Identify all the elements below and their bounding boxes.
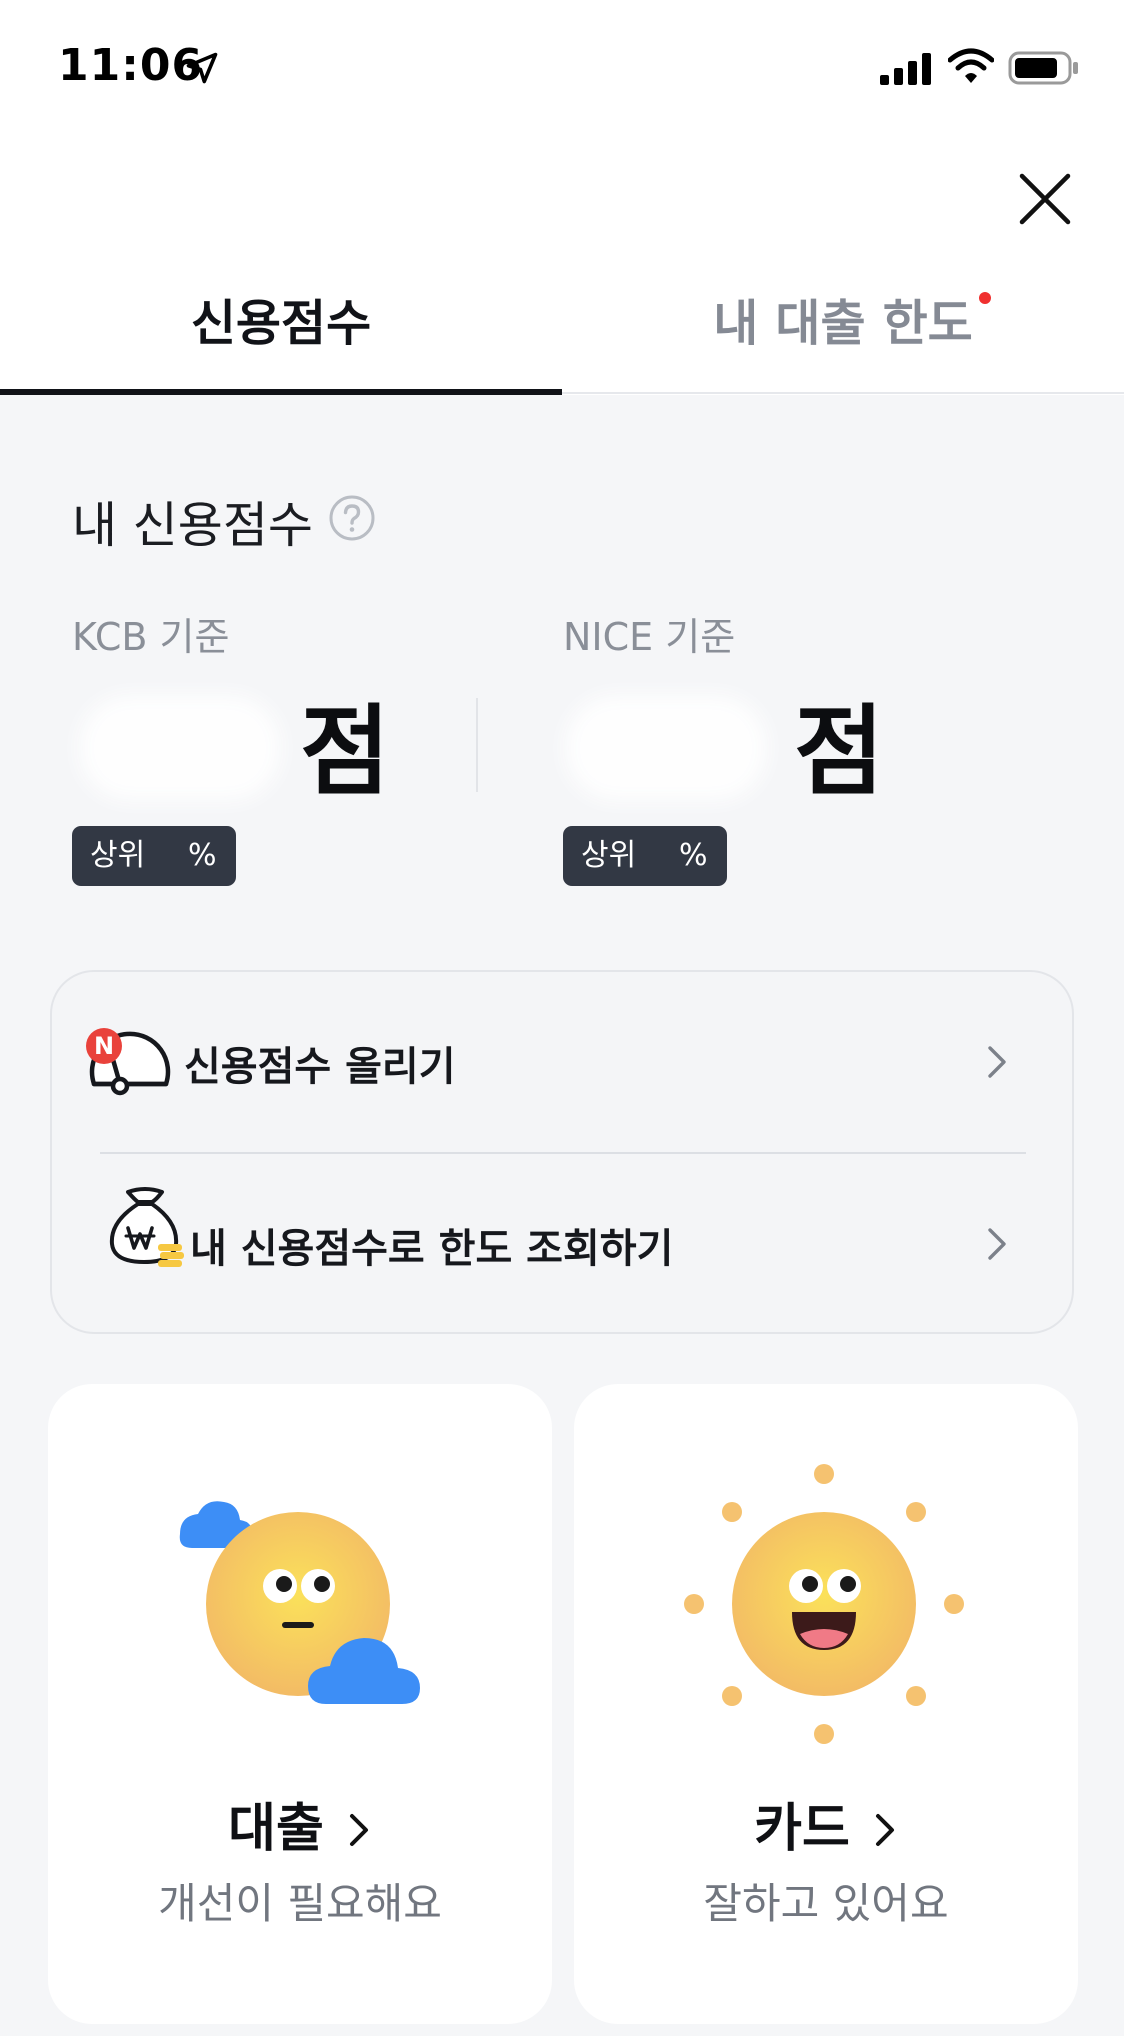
cloudy-sun-face-icon [179,1501,420,1704]
status-time: 11:06 [58,40,204,91]
chevron-right-icon [988,1046,1006,1078]
money-bag-icon [109,1187,184,1267]
smiling-sun-face-icon [684,1464,964,1744]
rank-prefix: 상위 [581,838,637,873]
wifi-icon [948,48,994,83]
cellular-signal-icon [880,53,931,85]
close-button[interactable] [1018,172,1072,226]
tab-label: 신용점수 [190,295,372,352]
active-tab-indicator [0,389,562,395]
battery-icon [1008,51,1078,85]
check-loan-limit-row[interactable]: 내 신용점수로 한도 조회하기 [52,1154,1072,1334]
loan-grade-card[interactable]: 대출 개선이 필요해요 [48,1384,552,2024]
kcb-score-unit: 점 [300,695,391,809]
rank-prefix: 상위 [90,838,146,873]
rank-percent: % [188,838,217,873]
action-label: 신용점수 올리기 [184,1044,456,1090]
tab-credit-score[interactable]: 신용점수 [0,288,562,394]
question-circle-icon[interactable] [328,494,376,542]
action-label: 내 신용점수로 한도 조회하기 [190,1226,674,1272]
nice-score-hidden [566,696,766,800]
chevron-right-icon [875,1814,894,1846]
tab-loan-limit[interactable]: 내 대출 한도 [562,288,1124,394]
score-divider [476,698,478,792]
kcb-label: KCB 기준 [72,615,230,659]
loan-grade-title: 대출 [48,1786,552,1861]
location-arrow-icon [186,52,218,84]
kcb-score-hidden [80,696,280,800]
action-card: 신용점수 올리기 내 신용점수로 한도 조회하기 [50,970,1074,1334]
nice-rank-badge: 상위 % [563,826,727,886]
tab-label: 내 대출 한도 [713,288,991,360]
new-badge: N [86,1028,122,1064]
card-grade-card[interactable]: 카드 잘하고 있어요 [574,1384,1078,2024]
card-grade-subtitle: 잘하고 있어요 [703,1879,949,1928]
tab-divider [562,392,1124,394]
rank-percent: % [679,838,708,873]
chevron-right-icon [349,1814,368,1846]
raise-credit-score-row[interactable]: 신용점수 올리기 [52,972,1072,1152]
card-grade-title: 카드 [574,1786,1078,1861]
new-dot-indicator [978,292,991,304]
nice-score-unit: 점 [794,695,885,809]
loan-grade-subtitle: 개선이 필요해요 [158,1879,442,1928]
nice-label: NICE 기준 [563,615,736,659]
kcb-rank-badge: 상위 % [72,826,236,886]
section-title: 내 신용점수 [72,497,313,554]
chevron-right-icon [988,1228,1006,1260]
